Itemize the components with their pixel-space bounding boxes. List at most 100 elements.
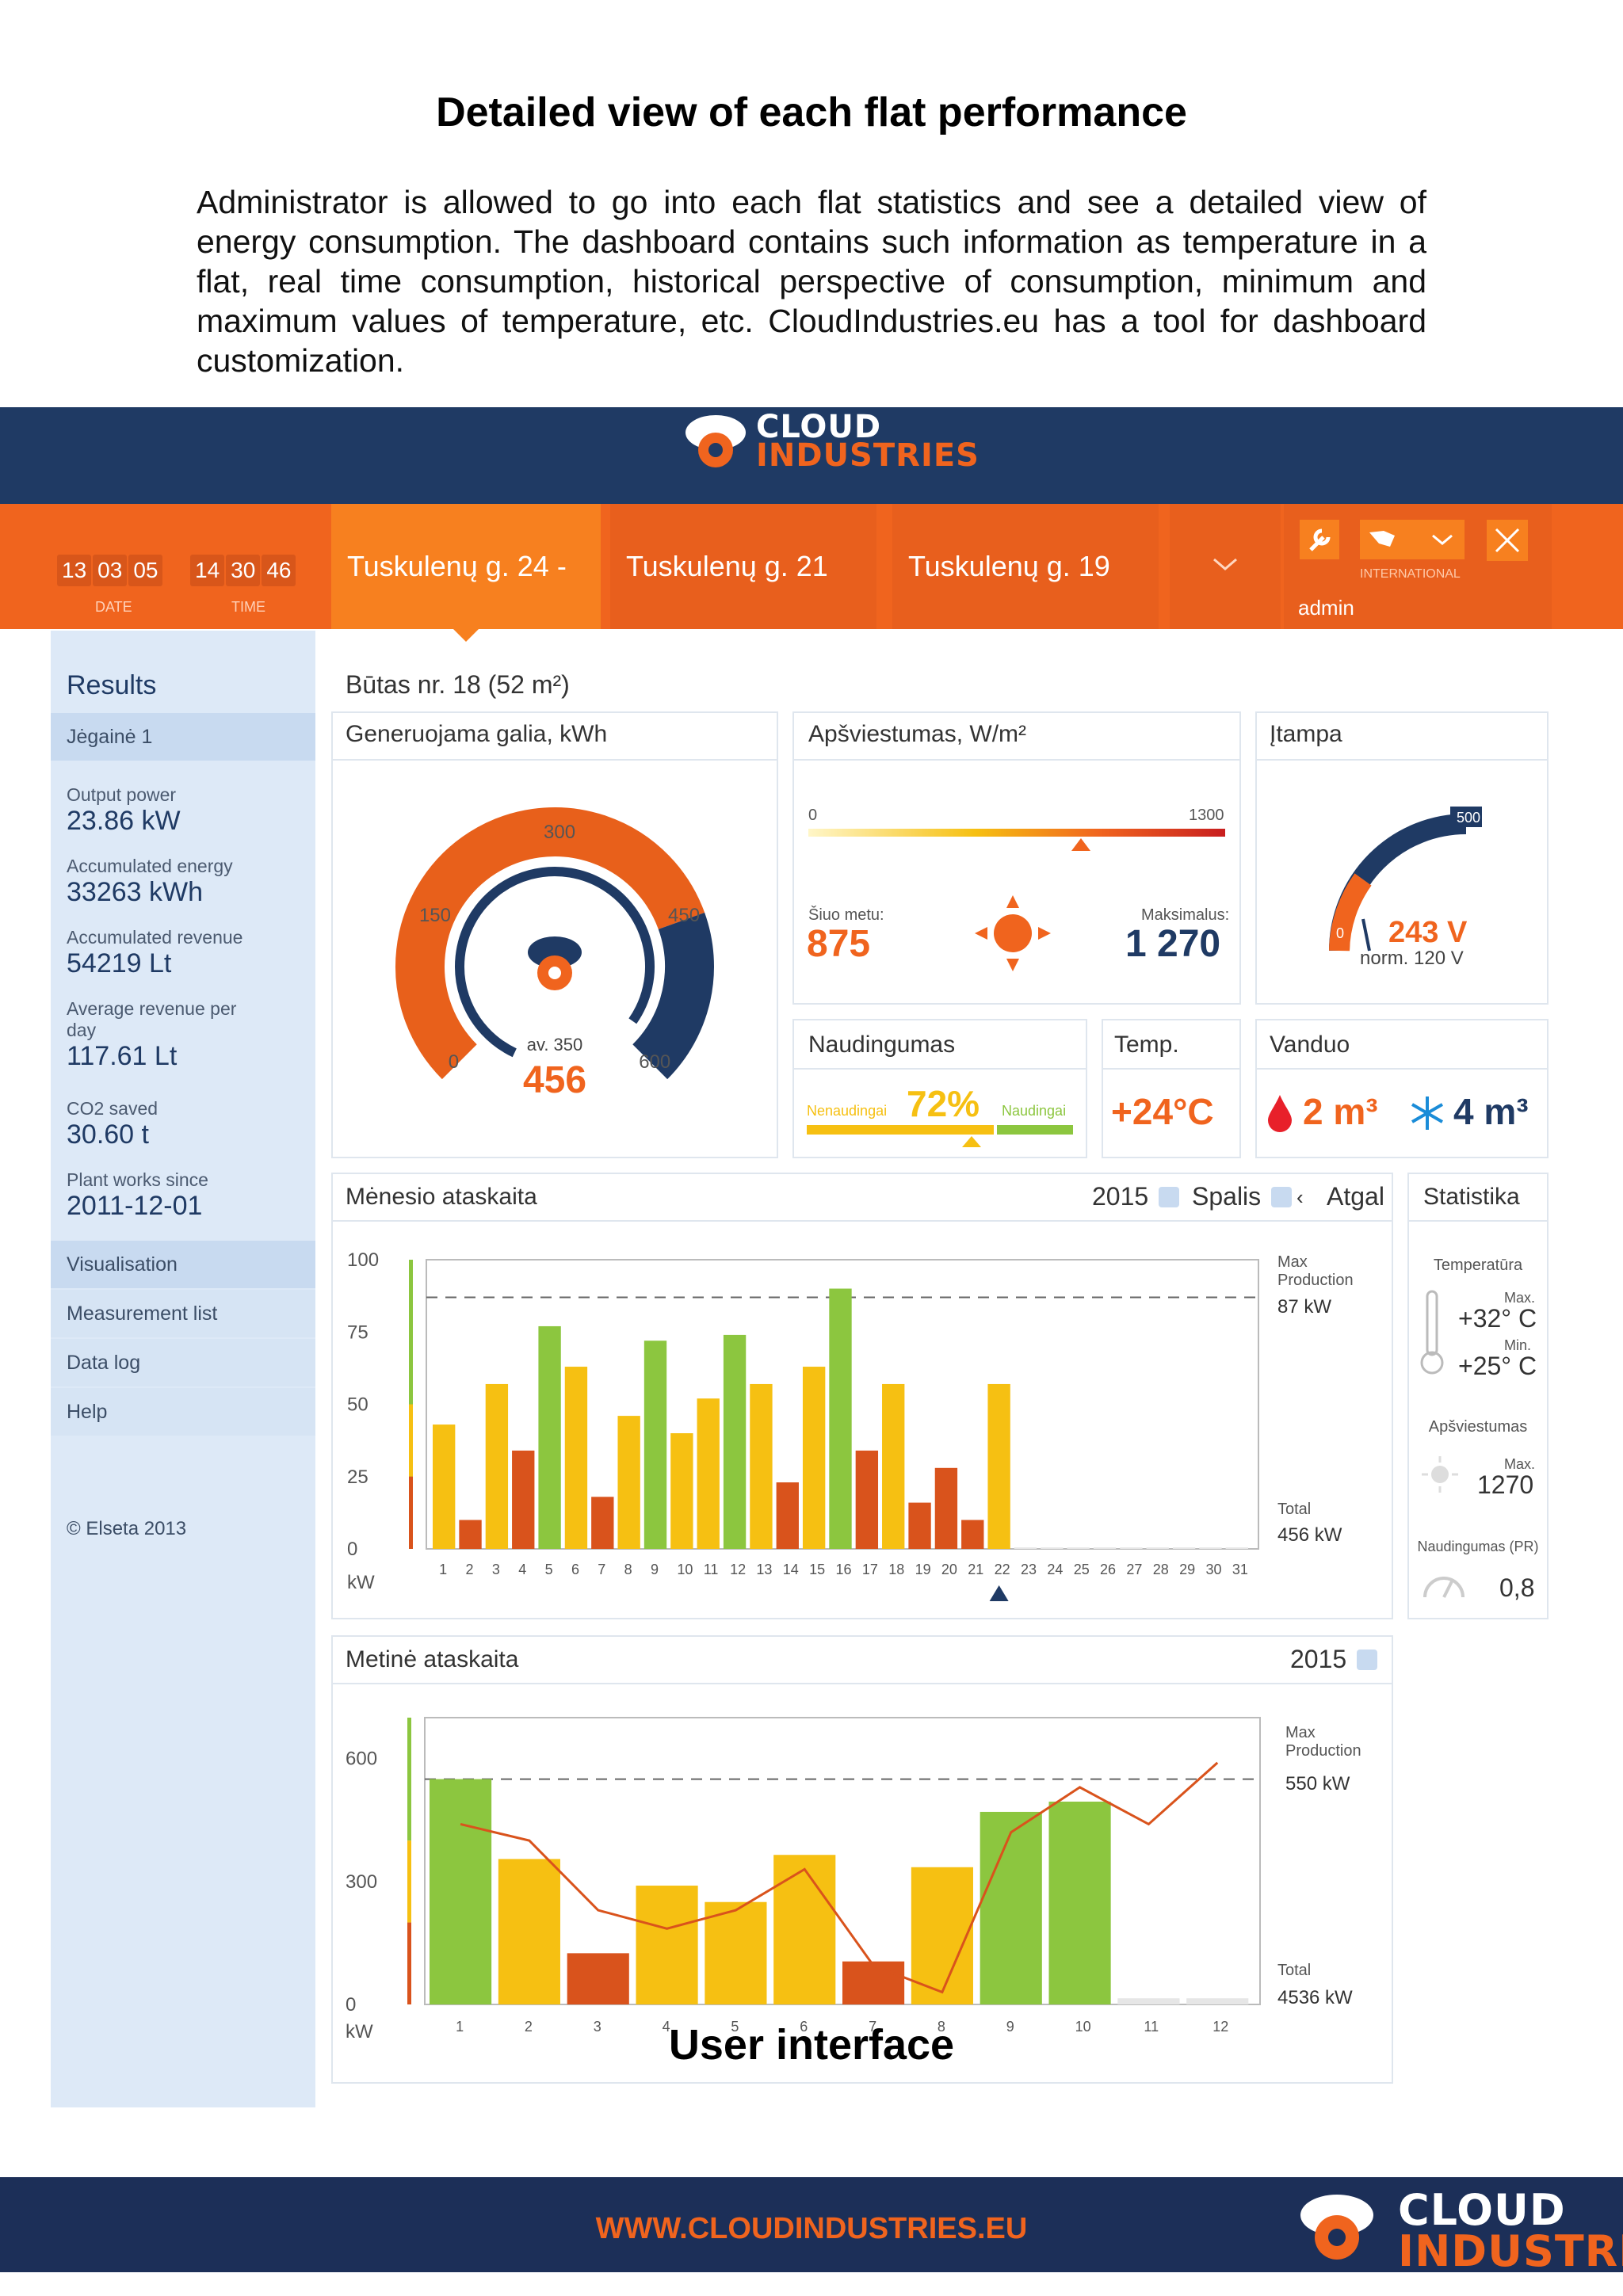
x-tick-label: 23 [1021,1562,1037,1577]
x-tick-label: 21 [968,1562,983,1577]
gauge-tick: 450 [668,905,700,926]
bar [842,1961,905,2004]
bar [961,1520,984,1549]
sidebar-item-visualisation[interactable]: Visualisation [51,1241,315,1288]
stat-value: 117.61 Lt [67,1041,178,1071]
tab-flat-19[interactable]: Tuskulenų g. 19 [892,504,1159,629]
region-selector[interactable] [1360,520,1465,559]
monthly-total-value: 456 kW [1277,1524,1342,1546]
time-hour: 14 [190,555,225,586]
sidebar-heading: Results [67,670,157,700]
wrench-icon[interactable] [1300,520,1339,559]
stat-value: 33263 kWh [67,877,203,907]
month-dropdown-icon[interactable] [1271,1187,1292,1207]
light-max-value: 1 270 [1125,923,1221,965]
stat-value: 54219 Lt [67,948,172,978]
user-name[interactable]: admin [1298,596,1354,620]
year-select[interactable]: 2015 [1092,1182,1148,1211]
x-tick-label: 7 [598,1562,605,1577]
stat-value: 23.86 kW [67,806,181,836]
month-select[interactable]: Spalis [1192,1182,1261,1211]
light-scale-min: 0 [808,807,818,824]
tab-flat-24-18[interactable]: Tuskulenų g. 24 - 18 [331,504,601,707]
stat-label: Output power [67,784,177,805]
y-tick-label: 0 [347,1539,357,1560]
bar [459,1520,482,1549]
gauge-avg: av. 350 [526,1035,583,1055]
copyright: © Elseta 2013 [67,1518,187,1539]
bar [567,1953,629,2004]
speedometer-icon [1420,1569,1468,1600]
stats-light-max: 1270 [1477,1470,1534,1499]
y-tick-label: 600 [346,1749,377,1770]
bar [987,1383,1010,1549]
stat-value: 30.60 t [67,1119,149,1150]
tab-flat-21[interactable]: Tuskulenų g. 21 [610,504,876,629]
monthly-chart: 0255075100kW1 2 3 4 5 6 7 8 9 10 11 12 13 14 15 16 17 18 1… [347,1249,1259,1601]
x-tick-label: 31 [1232,1562,1248,1577]
x-tick-label: 18 [888,1562,904,1577]
y-color-scale [407,1718,411,1841]
x-tick-label: 27 [1126,1562,1142,1577]
stats-pr-label: Naudingumas (PR) [1417,1539,1539,1554]
bar [538,1325,561,1549]
yearly-year-dropdown-icon[interactable] [1357,1650,1377,1670]
efficiency-right-label: Naudingai [1002,1103,1067,1119]
x-tick-label: 4 [518,1562,526,1577]
current-day-marker [989,1585,1009,1601]
stats-pr-value: 0,8 [1499,1573,1535,1602]
bar [1041,1547,1064,1549]
x-tick-label: 24 [1047,1562,1063,1577]
tabs-more-button[interactable] [1170,504,1281,629]
time-label: TIME [231,599,265,615]
voltage-value: 243 V [1388,916,1468,949]
y-color-scale [407,1840,411,1923]
y-color-scale [409,1404,413,1477]
x-tick-label: 13 [756,1562,772,1577]
y-tick-label: 50 [347,1394,369,1416]
sidebar-item-help[interactable]: Help [51,1388,315,1436]
y-tick-label: 0 [346,1994,356,2016]
water-title: Vanduo [1270,1032,1350,1058]
stat-co2-saved: CO2 saved 30.60 t [67,1098,304,1150]
bar [1117,1998,1180,2004]
efficiency-marker [962,1136,981,1147]
light-panel-title: Apšviestumas, W/m² [808,721,1027,747]
sidebar-item-measurement-list[interactable]: Measurement list [51,1290,315,1337]
sidebar-plant[interactable]: Jėgainė 1 [51,713,315,761]
bar [697,1398,720,1549]
yearly-year-select[interactable]: 2015 [1290,1645,1346,1674]
stat-average-revenue: Average revenue per day 117.61 Lt [67,998,257,1072]
chevron-left-icon[interactable]: ‹ [1296,1185,1304,1210]
year-dropdown-icon[interactable] [1159,1187,1179,1207]
active-tab-pointer [453,629,479,642]
x-tick-label: 3 [492,1562,500,1577]
date-display: 13 03 05 [57,555,164,586]
efficiency-left-label: Nenaudingai [807,1103,888,1119]
stats-max-temp: +32° C [1458,1304,1537,1333]
sun-icon [973,894,1052,973]
stat-plant-since: Plant works since 2011-12-01 [67,1169,304,1222]
sidebar-item-data-log[interactable]: Data log [51,1339,315,1386]
cold-water-value: 4 m³ [1453,1091,1529,1132]
stat-accumulated-revenue: Accumulated revenue 54219 Lt [67,927,304,979]
bar [430,1779,492,2004]
x-tick-label: 14 [783,1562,799,1577]
figure-caption: User interface [668,2021,955,2069]
statistics-title: Statistika [1423,1184,1520,1210]
stat-output-power: Output power 23.86 kW [67,784,304,837]
voltage-norm: norm. 120 V [1360,948,1464,969]
temp-value: +24°C [1111,1091,1214,1132]
sun-outline-icon [1420,1455,1460,1494]
stats-light-label: Apšviestumas [1428,1418,1528,1436]
bar [908,1502,931,1549]
x-tick-label: 6 [571,1562,579,1577]
back-button[interactable]: Atgal [1327,1182,1384,1211]
close-icon[interactable] [1487,520,1528,561]
divider [1257,1068,1547,1070]
thermometer-icon [1420,1290,1444,1377]
bar [723,1334,747,1549]
bar [829,1288,852,1549]
bar [617,1416,640,1549]
stats-min-temp: +25° C [1458,1352,1537,1380]
